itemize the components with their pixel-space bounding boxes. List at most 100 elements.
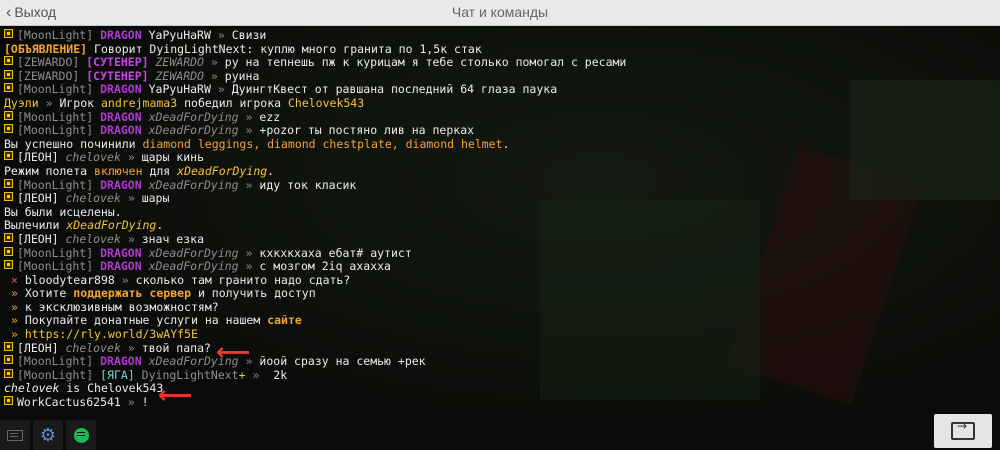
username: chelovek xyxy=(65,150,121,165)
red-arrow-icon: ⟵ xyxy=(216,338,251,366)
message-text: ДуингтКвест от равшана последний 64 глаз… xyxy=(231,82,558,97)
message-text: щары кинь xyxy=(141,150,204,165)
username: ZEWARDO xyxy=(155,55,204,70)
chat-message: [MoonLight] DRAGON xDeadForDying » кхкхк… xyxy=(4,245,994,261)
repaired-items: diamond leggings, diamond chestplate, di… xyxy=(142,136,503,151)
real-name: Chelovek543 xyxy=(87,381,164,396)
message-text: победил игрока xyxy=(184,95,282,110)
username: xDeadForDying xyxy=(148,245,239,260)
message-marker-icon xyxy=(4,110,13,120)
separator: » xyxy=(10,286,18,301)
rank-tag: DRAGON xyxy=(100,123,142,138)
message-marker-icon xyxy=(4,124,13,134)
highlight-text: сайте xyxy=(267,313,302,328)
site-link[interactable]: https://rly.world/3wAYf5E xyxy=(25,327,198,341)
rank-tag: DRAGON xyxy=(100,354,142,369)
chat-message: [MoonLight] DRAGON xDeadForDying » ezz xyxy=(4,109,994,125)
rank-tag: DRAGON xyxy=(100,109,142,124)
username: WorkCactus62541 xyxy=(17,395,121,410)
username: chelovek xyxy=(65,191,121,206)
message-marker-icon xyxy=(4,151,13,161)
clan-tag: [MoonLight] xyxy=(17,177,94,192)
message-marker-icon xyxy=(4,192,13,202)
separator: » xyxy=(127,150,135,165)
flight-state: включен xyxy=(94,163,143,178)
rank-tag: [СУТЕНЕР] xyxy=(86,55,149,70)
settings-button[interactable]: ⚙ xyxy=(33,420,63,450)
message-text: шары xyxy=(141,191,170,206)
message-text: +pozor ты постяно лив на перках xyxy=(259,123,475,138)
chat-message: [MoonLight] DRAGON YaPyuHaRW » Свизи xyxy=(4,28,994,43)
message-text: Хотите xyxy=(24,286,67,301)
message-text: Режим полета xyxy=(4,163,88,178)
clan-tag: [MoonLight] xyxy=(17,28,94,42)
separator: » xyxy=(210,55,218,70)
message-marker-icon xyxy=(4,355,13,365)
message-marker-icon xyxy=(4,341,13,351)
separator: » xyxy=(121,272,129,287)
chat-message: [ОБЪЯВЛЕНИЕ] Говорит DyingLightNext: куп… xyxy=(4,41,994,57)
clan-tag: [ZEWARDO] xyxy=(17,68,80,83)
clan-tag: [MoonLight] xyxy=(17,123,94,138)
separator: » xyxy=(245,109,253,124)
spotify-icon xyxy=(73,427,89,443)
clan-tag: [ЛЕОН] xyxy=(17,150,59,165)
message-text: для xyxy=(149,163,171,178)
chat-log: [MoonLight] DRAGON YaPyuHaRW » Свизи [ОБ… xyxy=(4,28,994,410)
username: xDeadForDying xyxy=(66,218,157,233)
chat-message: × bloodytear898 » сколько там гранито на… xyxy=(4,272,994,288)
message-text: Говорит DyingLightNext: куплю много гран… xyxy=(94,41,482,56)
chat-message: [MoonLight] DRAGON xDeadForDying » +pozo… xyxy=(4,123,994,138)
username: xDeadForDying xyxy=(148,123,239,138)
spotify-button[interactable] xyxy=(66,420,96,450)
send-icon xyxy=(951,419,975,440)
keyboard-icon xyxy=(7,429,23,441)
message-text: is xyxy=(66,381,81,396)
message-text: йоой сразу на семью +рек xyxy=(259,354,426,369)
username: DyingLightNext xyxy=(141,367,239,382)
separator: » xyxy=(245,177,253,192)
message-marker-icon xyxy=(4,396,13,406)
send-button[interactable] xyxy=(934,414,992,448)
separator: » xyxy=(10,327,18,342)
system-message: chelovek is Chelovek543 xyxy=(4,382,994,396)
chat-message: Дуэли » Игрок andrejmama3 победил игрока… xyxy=(4,95,994,111)
separator: » xyxy=(10,313,18,328)
message-marker-icon xyxy=(4,83,13,93)
message-marker-icon xyxy=(4,232,13,242)
clan-tag: [MoonLight] xyxy=(17,82,94,97)
separator: » xyxy=(127,395,135,410)
chat-message: [ZEWARDO] [СУТЕНЕР] ZEWARDO » руина xyxy=(4,68,994,84)
plus-mark: + xyxy=(238,367,246,382)
keyboard-button[interactable] xyxy=(0,420,30,450)
clan-tag: [ZEWARDO] xyxy=(17,55,80,70)
duel-tag: Дуэли xyxy=(4,95,39,110)
message-text: к эксклюзивным возможностям? xyxy=(24,299,219,314)
separator: » xyxy=(127,191,135,206)
clan-tag: [MoonLight] xyxy=(17,259,94,274)
ad-message: » к эксклюзивным возможностям? xyxy=(4,299,994,315)
username: xDeadForDying xyxy=(148,259,239,274)
separator: » xyxy=(127,231,135,246)
username: Chelovek543 xyxy=(287,95,365,110)
username: xDeadForDying xyxy=(148,109,239,124)
username: chelovek xyxy=(65,340,121,355)
back-button[interactable]: ‹ Выход xyxy=(6,0,56,25)
separator: » xyxy=(245,245,253,260)
chat-message: [MoonLight] [ЯГА] DyingLightNext+ » 2k xyxy=(4,367,994,383)
nickname: chelovek xyxy=(4,381,60,396)
system-message: Вылечили xDeadForDying. xyxy=(4,219,994,233)
system-message: Вы были исцелены. xyxy=(4,205,994,220)
message-end: . xyxy=(267,163,275,178)
rank-tag: DRAGON xyxy=(100,259,142,274)
message-text: ру на тепнешь пж к курицам я тебе стольк… xyxy=(224,55,627,70)
chat-message: [ЛЕОН] chelovek » шары xyxy=(4,191,994,206)
rank-tag: DRAGON xyxy=(100,245,142,260)
username: xDeadForDying xyxy=(177,163,268,178)
message-text: с мозгом 2iq ахахха xyxy=(259,259,391,274)
chat-message: [MoonLight] DRAGON xDeadForDying » с моз… xyxy=(4,259,994,274)
message-marker-icon xyxy=(4,368,13,378)
system-message: Вы успешно починили diamond leggings, di… xyxy=(4,136,994,152)
message-text: руина xyxy=(224,68,260,83)
username: bloodytear898 xyxy=(24,272,115,287)
